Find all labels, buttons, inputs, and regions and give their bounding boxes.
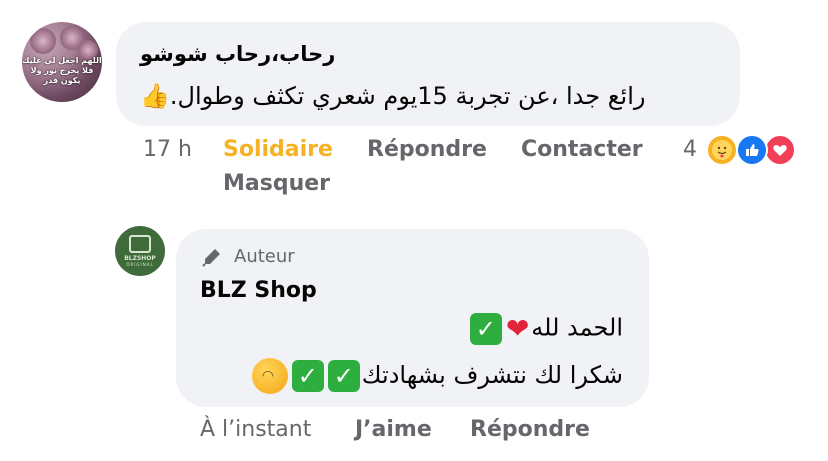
comment-text-body: رائع جدا ،عن تجربة 15يوم شعري تكثف وطوال… — [169, 82, 646, 110]
care-reaction-icon — [706, 134, 738, 166]
hugging-face-emoji — [251, 358, 288, 394]
author-badge-label: Auteur — [234, 246, 295, 267]
comment-bubble — [116, 22, 740, 126]
reply-line-1-text: الحمد لله — [531, 313, 623, 342]
thumbs-up-icon — [746, 144, 759, 156]
reply-line-2: شكرا لك نتشرف بشهادتك✓✓ — [250, 358, 623, 394]
red-heart-emoji: ❤ — [505, 312, 530, 345]
check-mark-emoji: ✓ — [327, 360, 360, 392]
care-face-icon — [712, 140, 732, 160]
page-avatar[interactable]: BLZSHOP ORIGINAL — [115, 226, 165, 276]
reply-timestamp[interactable]: À l’instant — [200, 417, 311, 442]
solidaire-button[interactable]: Solidaire — [223, 137, 333, 162]
reply-line-2-text: شكرا لك نتشرف بشهادتك — [361, 361, 623, 389]
avatar-logo-text: BLZSHOP — [124, 255, 156, 262]
reply-button[interactable]: Répondre — [367, 137, 487, 162]
check-mark-emoji: ✓ — [291, 360, 324, 392]
pen-icon — [202, 248, 220, 267]
contact-button[interactable]: Contacter — [521, 137, 643, 162]
reaction-summary[interactable] — [706, 134, 806, 168]
thumbs-up-emoji: 👍 — [140, 82, 170, 110]
comment-text: رائع جدا ،عن تجربة 15يوم شعري تكثف وطوال… — [140, 82, 645, 110]
reply-line-1: الحمد لله❤✓ — [468, 312, 623, 345]
author-badge: Auteur — [202, 246, 295, 267]
comment-timestamp[interactable]: 17 h — [143, 137, 192, 162]
reply-reply-button[interactable]: Répondre — [470, 417, 590, 442]
reaction-count[interactable]: 4 — [683, 137, 697, 162]
hide-button[interactable]: Masquer — [223, 171, 330, 196]
comment-author-name[interactable]: رحاب،رحاب شوشو — [140, 42, 335, 66]
shop-logo-icon — [129, 235, 151, 253]
check-mark-emoji: ✓ — [469, 312, 502, 345]
commenter-avatar[interactable]: اللهم اجعل لي عليك فلا يخرج نور ولا يكون… — [22, 22, 102, 102]
avatar-caption: اللهم اجعل لي عليك فلا يخرج نور ولا يكون… — [22, 56, 102, 85]
heart-icon — [773, 145, 787, 156]
like-button[interactable]: J’aime — [355, 417, 432, 442]
love-reaction-icon — [764, 134, 796, 166]
reply-author-name[interactable]: BLZ Shop — [200, 278, 317, 303]
like-reaction-icon — [736, 134, 768, 166]
avatar-logo-subtext: ORIGINAL — [126, 262, 154, 267]
avatar-flower-decoration — [30, 28, 56, 54]
